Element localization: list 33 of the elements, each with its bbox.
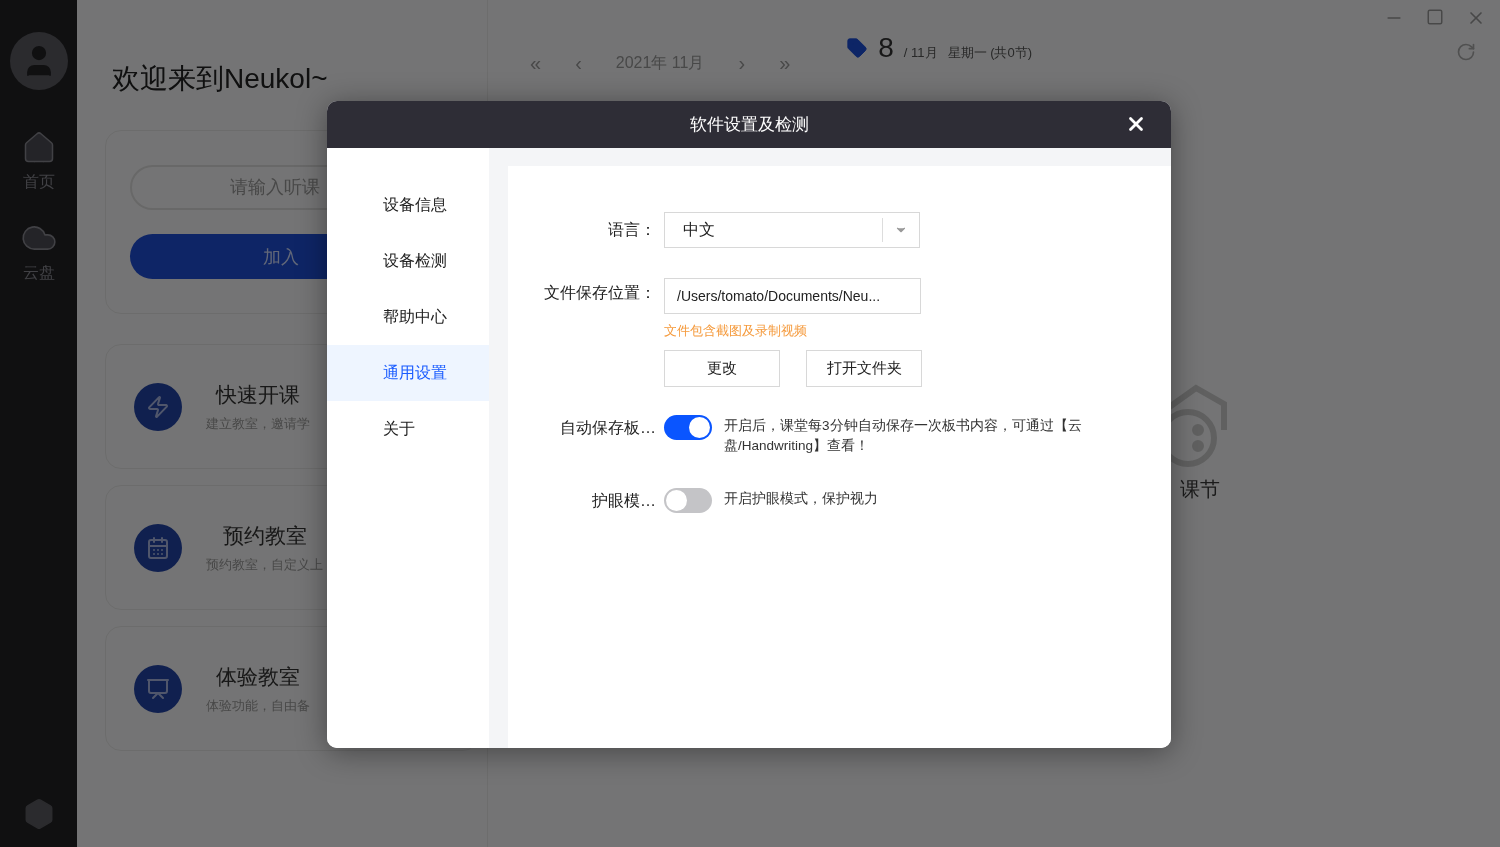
easel-icon	[146, 676, 170, 701]
settings-nav-item[interactable]: 通用设置	[327, 345, 489, 401]
month-nav-arrow[interactable]: «	[530, 52, 542, 75]
dialog-title: 软件设置及检测	[689, 114, 809, 136]
field-label: 语言：	[607, 219, 656, 240]
toggle-description: 开启护眼模式，保护视力	[724, 490, 879, 508]
maximize-icon[interactable]	[1426, 8, 1444, 26]
toggle-switch[interactable]	[664, 488, 712, 513]
card-title: 预约教室	[221, 522, 308, 549]
lightning-icon	[146, 394, 170, 419]
hint-text: 文件包含截图及录制视频	[664, 322, 808, 340]
month-nav-arrow[interactable]: »	[779, 52, 791, 75]
empty-text: 课节	[1180, 477, 1220, 502]
day-number: 8	[878, 32, 894, 64]
month-nav-arrow[interactable]: ‹	[575, 52, 582, 75]
toggle-description: 开启后，课堂每3分钟自动保存一次板书内容，可通过【云盘/Handwriting】查看！	[724, 417, 1083, 455]
refresh-icon[interactable]	[1456, 42, 1476, 62]
card-title: 体验教室	[215, 663, 301, 690]
toggle-switch[interactable]	[664, 415, 712, 440]
welcome-heading: 欢迎来到Neukol~	[112, 62, 329, 96]
month-text: / 11月	[903, 44, 938, 62]
tag-icon	[846, 37, 869, 59]
open-folder-button[interactable]: 打开文件夹	[806, 350, 922, 387]
calendar-icon	[146, 535, 170, 560]
field-label: 文件保存位置：	[543, 283, 656, 303]
save-path-field[interactable]: /Users/tomato/Documents/Neu...	[664, 278, 921, 314]
settings-nav-item[interactable]: 帮助中心	[327, 289, 489, 345]
change-button[interactable]: 更改	[664, 350, 780, 387]
month-nav-arrow[interactable]: ›	[738, 52, 746, 75]
field-label: 自动保存板…	[559, 418, 656, 438]
field-label: 护眼模…	[591, 491, 656, 511]
language-select[interactable]: 中文	[664, 212, 920, 248]
card-title: 快速开课	[214, 381, 301, 408]
